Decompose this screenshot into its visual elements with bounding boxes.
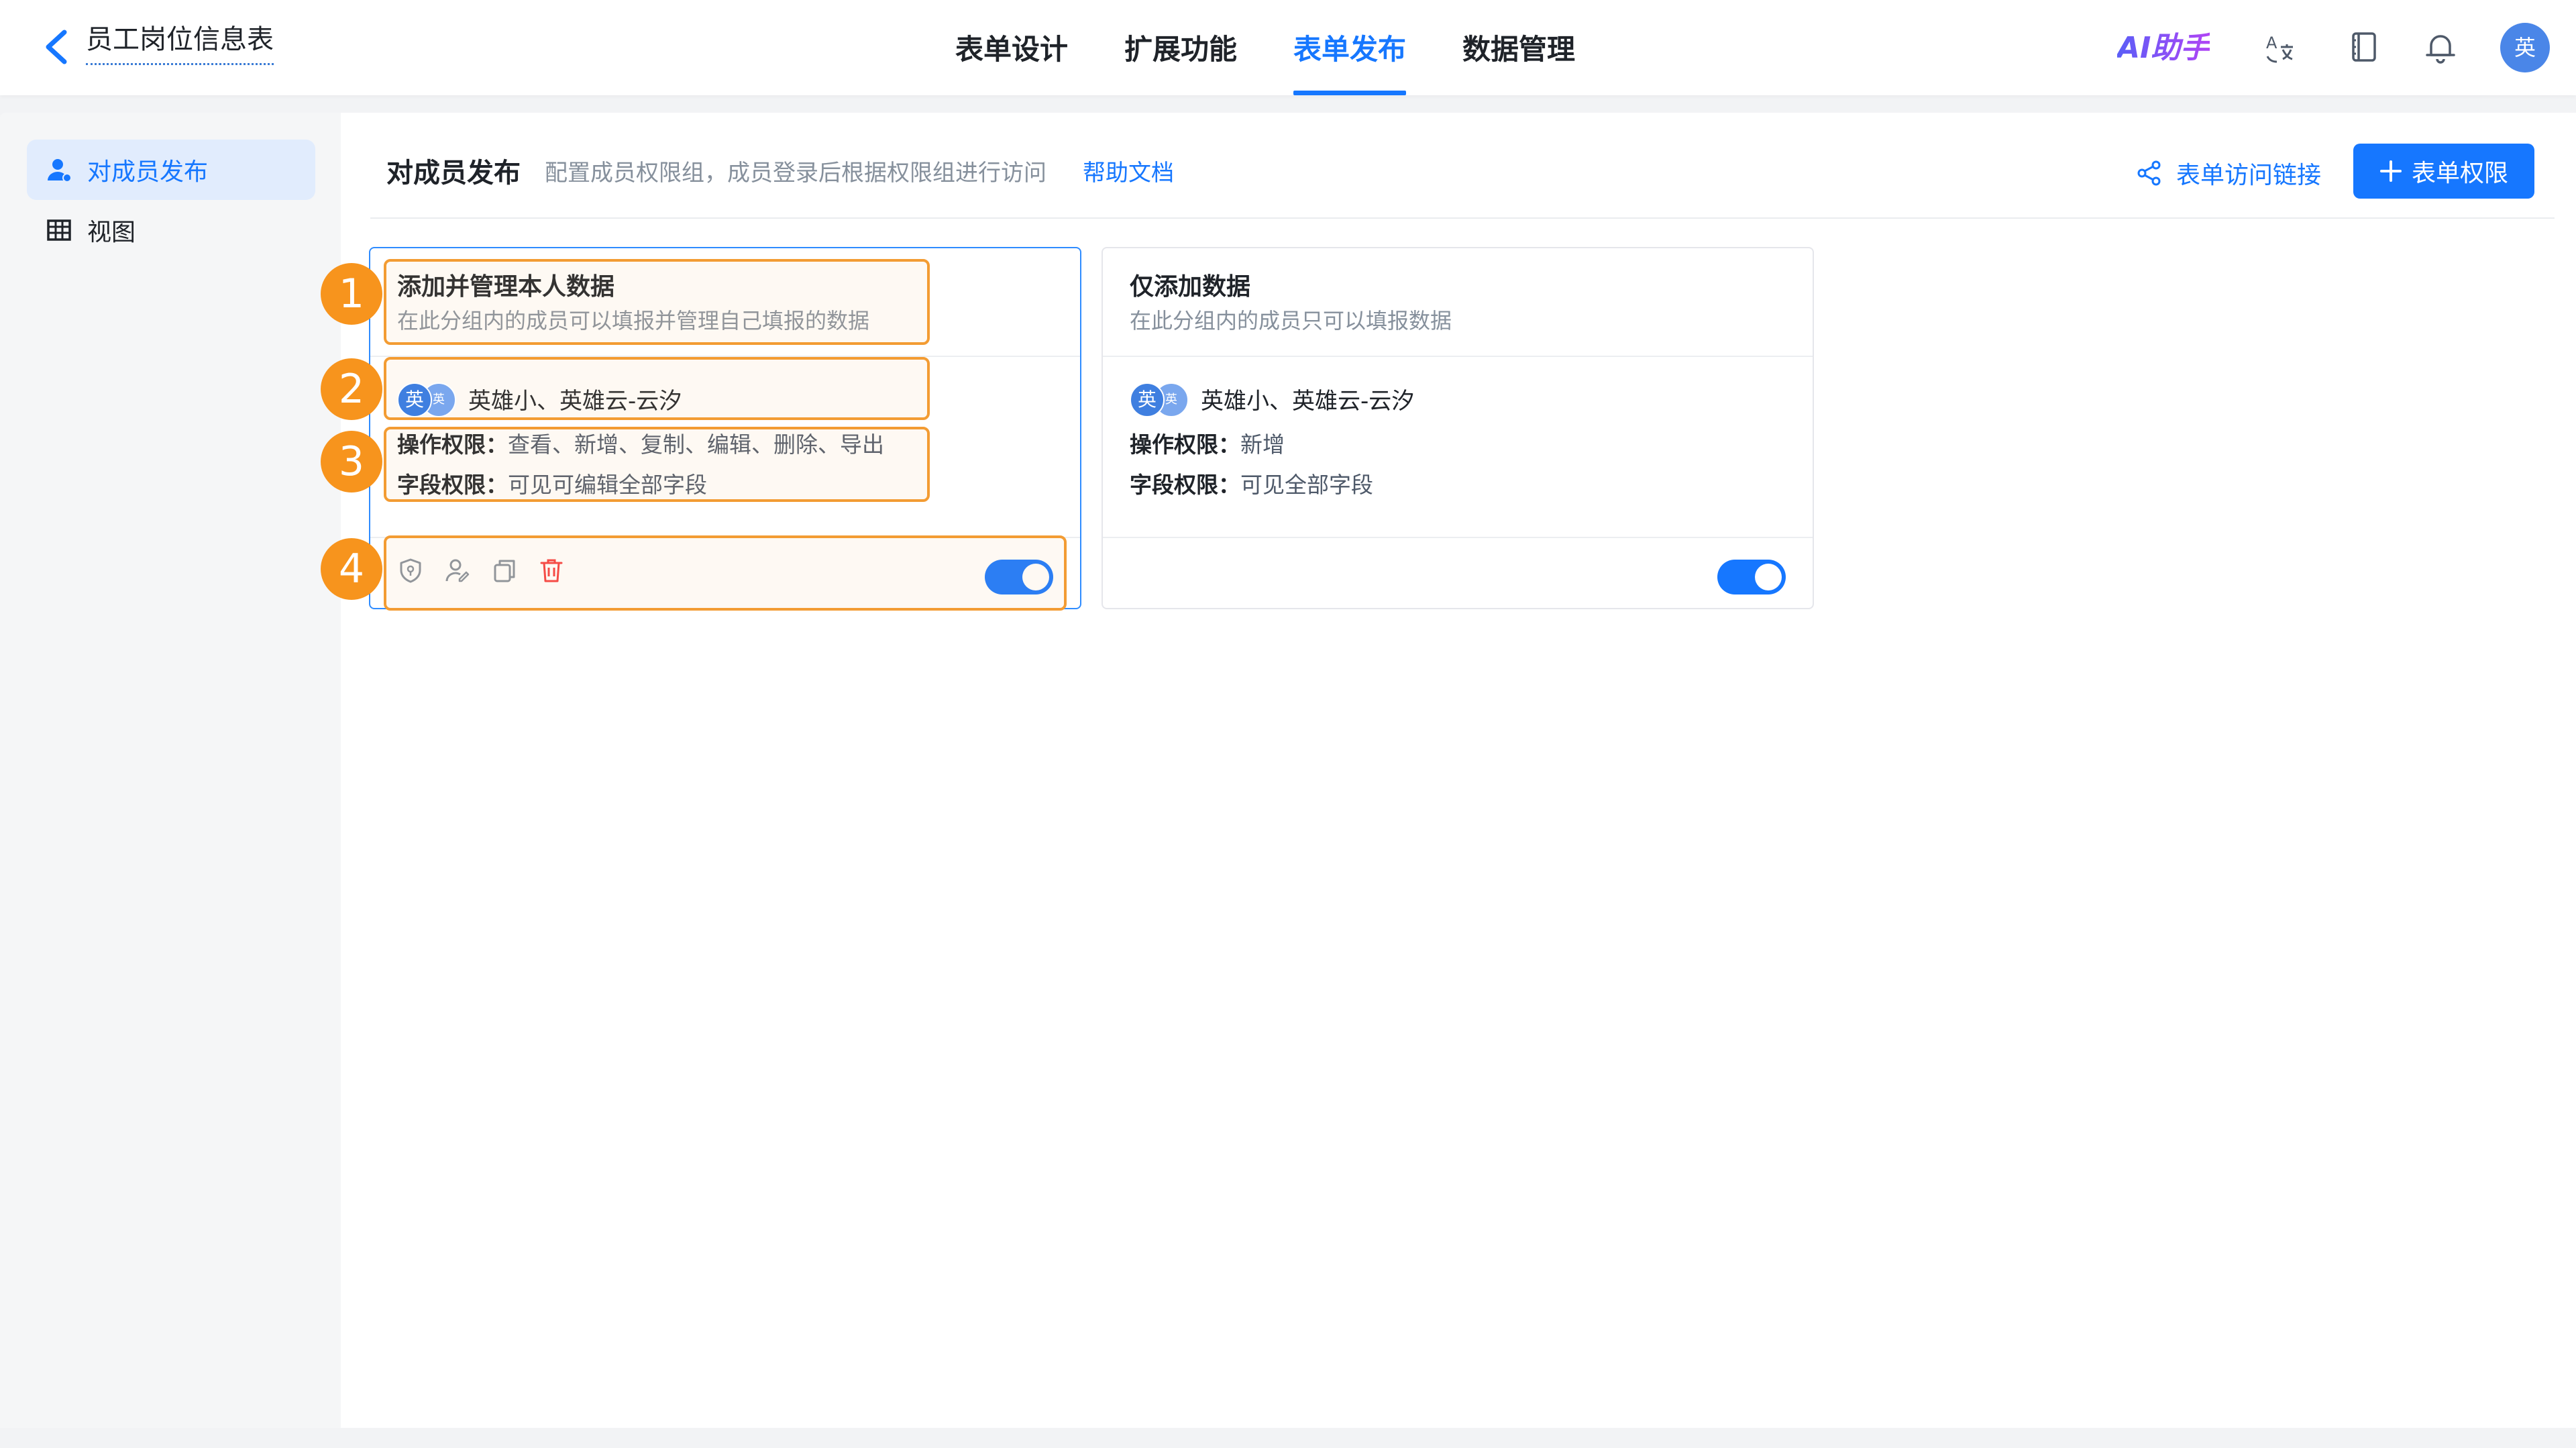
- field-permissions-label: 字段权限：: [397, 472, 508, 498]
- member-names: 英雄小、英雄云-云汐: [468, 387, 682, 415]
- user-avatar[interactable]: 英: [2500, 23, 2550, 72]
- ai-assistant-button[interactable]: AI助手: [2117, 30, 2210, 67]
- member-avatars: 英 英: [1130, 378, 1190, 419]
- app-title[interactable]: 员工岗位信息表: [86, 23, 274, 65]
- main-panel: 对成员发布 配置成员权限组，成员登录后根据权限组进行访问 帮助文档 表单访问链接…: [321, 113, 2576, 1428]
- field-permissions-value: 可见全部字段: [1240, 472, 1373, 498]
- annotation-marker-3: 3: [321, 431, 382, 493]
- card-divider: [1103, 537, 1813, 538]
- annotation-marker-1: 1: [321, 263, 382, 325]
- sidebar-item-label: 对成员发布: [87, 158, 209, 186]
- copy-icon[interactable]: [491, 557, 518, 584]
- group-description: 在此分组内的成员只可以填报数据: [1130, 308, 1452, 333]
- top-bar: 员工岗位信息表 表单设计 扩展功能 表单发布 数据管理 AI助手 A 英: [0, 0, 2576, 95]
- group-name: 仅添加数据: [1130, 273, 1251, 301]
- card-divider: [1103, 356, 1813, 357]
- form-access-link-label: 表单访问链接: [2176, 162, 2322, 189]
- sidebar-item-view[interactable]: 视图: [27, 200, 315, 260]
- section-title: 对成员发布: [386, 158, 521, 189]
- tab-form-publish[interactable]: 表单发布: [1265, 0, 1434, 95]
- plus-icon: [2379, 160, 2402, 182]
- sidebar-item-publish-to-members[interactable]: 对成员发布: [27, 140, 315, 200]
- operation-permissions: 操作权限：新增: [1130, 428, 1285, 462]
- field-permissions: 字段权限：可见可编辑全部字段: [397, 468, 707, 502]
- svg-text:A: A: [2266, 34, 2277, 52]
- field-permissions-value: 可见可编辑全部字段: [508, 472, 707, 498]
- table-icon: [47, 219, 71, 241]
- field-permissions-label: 字段权限：: [1130, 472, 1240, 498]
- header-divider: [370, 217, 2555, 219]
- tab-bar: 表单设计 扩展功能 表单发布 数据管理: [927, 0, 1603, 95]
- group-enable-toggle[interactable]: [985, 560, 1053, 594]
- operation-permissions-value: 新增: [1240, 431, 1285, 458]
- section-description: 配置成员权限组，成员登录后根据权限组进行访问: [545, 160, 1046, 187]
- operation-permissions-value: 查看、新增、复制、编辑、删除、导出: [508, 431, 884, 458]
- operation-permissions: 操作权限：查看、新增、复制、编辑、删除、导出: [397, 428, 884, 462]
- chevron-left-icon[interactable]: [40, 27, 74, 67]
- help-doc-link[interactable]: 帮助文档: [1083, 153, 1174, 193]
- annotation-marker-2: 2: [321, 358, 382, 420]
- field-permissions: 字段权限：可见全部字段: [1130, 468, 1373, 502]
- annotation-marker-4: 4: [321, 538, 382, 600]
- member-avatars: 英 英: [397, 378, 458, 419]
- tab-form-design[interactable]: 表单设计: [927, 0, 1096, 95]
- add-form-permission-button[interactable]: 表单权限: [2353, 144, 2534, 199]
- card-divider: [370, 356, 1080, 357]
- share-icon: [2137, 160, 2161, 186]
- add-form-permission-label: 表单权限: [2411, 160, 2508, 187]
- member-names: 英雄小、英雄云-云汐: [1201, 387, 1415, 415]
- user-icon: [48, 159, 72, 183]
- translate-icon[interactable]: A: [2263, 30, 2298, 64]
- trash-icon[interactable]: [538, 557, 565, 584]
- sidebar: 对成员发布 视图: [0, 113, 341, 1428]
- bell-icon[interactable]: [2423, 30, 2458, 64]
- operation-permissions-label: 操作权限：: [397, 431, 508, 458]
- group-enable-toggle[interactable]: [1717, 560, 1786, 594]
- group-members: 英 英 英雄小、英雄云-云汐: [1130, 378, 1414, 419]
- user-edit-icon[interactable]: [444, 557, 471, 584]
- permission-group-card[interactable]: 添加并管理本人数据 在此分组内的成员可以填报并管理自己填报的数据 英 英 英雄小…: [369, 247, 1081, 609]
- avatar: 英: [1130, 382, 1165, 417]
- group-members: 英 英 英雄小、英雄云-云汐: [397, 378, 682, 419]
- card-divider: [370, 537, 1080, 538]
- group-name: 添加并管理本人数据: [397, 273, 615, 301]
- tab-extensions[interactable]: 扩展功能: [1096, 0, 1265, 95]
- permission-group-card[interactable]: 仅添加数据 在此分组内的成员只可以填报数据 英 英 英雄小、英雄云-云汐 操作权…: [1102, 247, 1814, 609]
- book-icon[interactable]: [2347, 30, 2381, 64]
- avatar: 英: [397, 382, 432, 417]
- form-access-link-button[interactable]: 表单访问链接: [2136, 153, 2321, 193]
- shield-icon[interactable]: [397, 557, 424, 584]
- sidebar-item-label: 视图: [87, 219, 136, 246]
- tab-data-management[interactable]: 数据管理: [1434, 0, 1603, 95]
- group-description: 在此分组内的成员可以填报并管理自己填报的数据: [397, 308, 870, 333]
- card-actions: [397, 557, 565, 584]
- operation-permissions-label: 操作权限：: [1130, 431, 1240, 458]
